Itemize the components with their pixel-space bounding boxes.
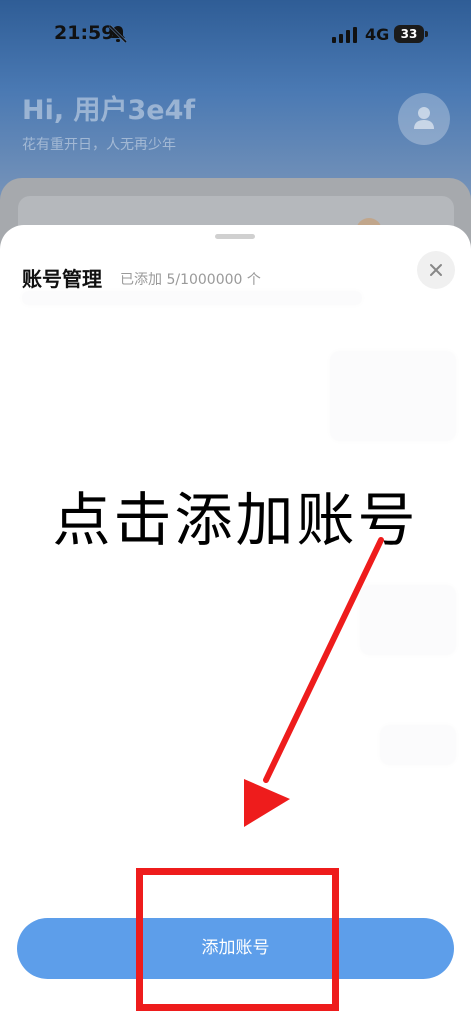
annotation-highlight-box xyxy=(136,868,339,1011)
battery-icon: 33 xyxy=(394,25,428,43)
bell-muted-icon xyxy=(108,24,128,44)
network-type: 4G xyxy=(365,25,390,44)
greeting-title: Hi, 用户3e4f xyxy=(22,95,196,126)
user-icon xyxy=(414,107,434,129)
greeting-subtitle: 花有重开日，人无再少年 xyxy=(22,137,176,153)
status-bar: 21:59 4G 33 xyxy=(0,0,471,70)
cellular-signal-icon xyxy=(332,27,357,43)
status-time: 21:59 xyxy=(54,22,115,44)
avatar xyxy=(398,93,450,145)
account-management-sheet: 账号管理 已添加 5/1000000 个 点击添加账号 添加账号 xyxy=(0,225,471,1024)
